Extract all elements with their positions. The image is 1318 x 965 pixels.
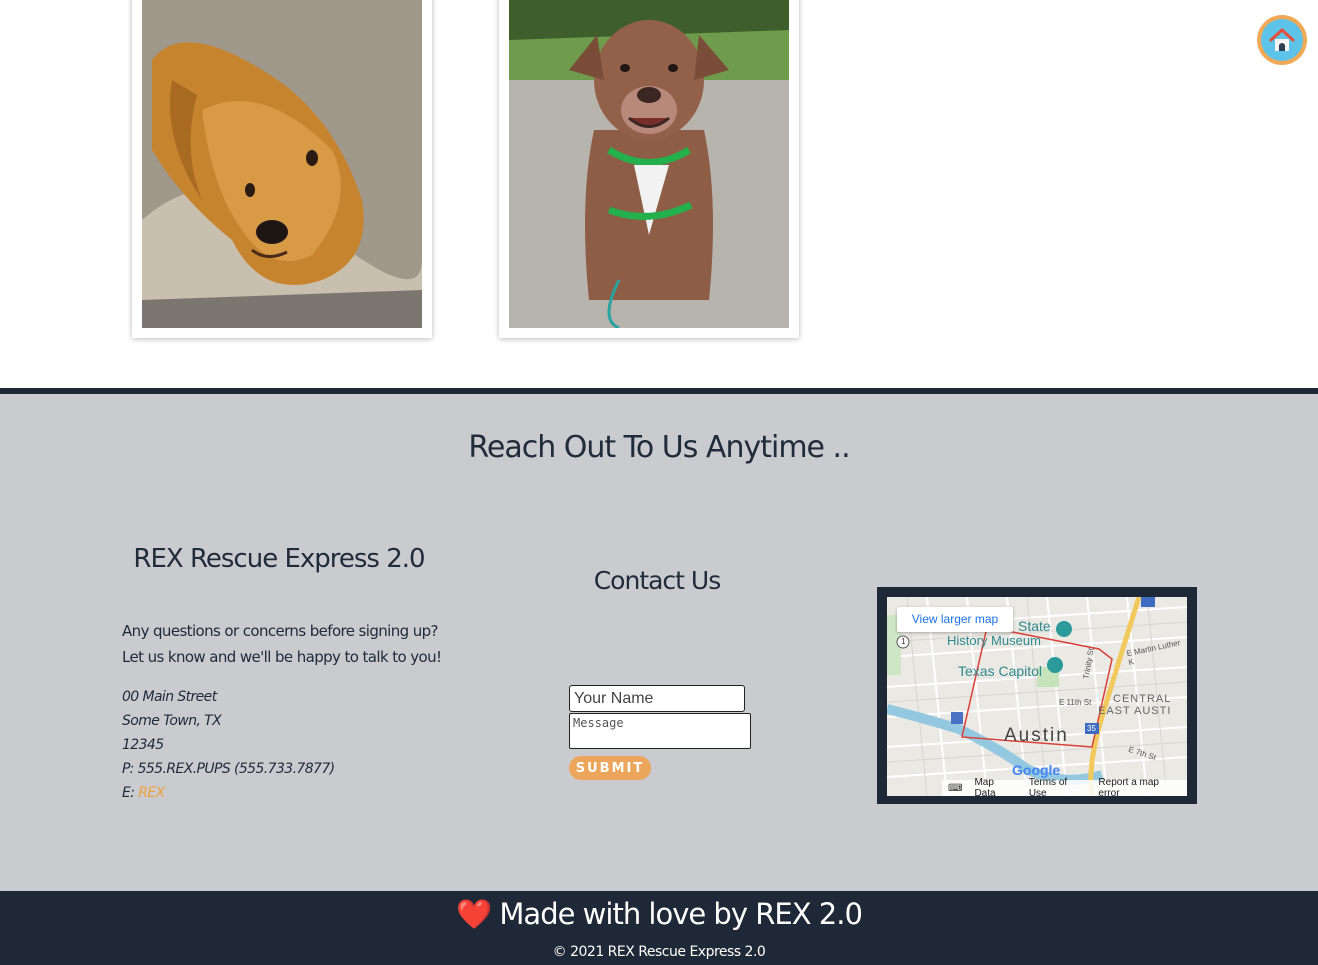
address-zip: 12345	[122, 737, 164, 753]
map-label: 35	[1087, 724, 1096, 733]
google-map[interactable]: View larger map State History Museum Tex…	[887, 597, 1187, 796]
copyright: © 2021 REX Rescue Express 2.0	[552, 944, 766, 960]
blurb-line: Any questions or concerns before signing…	[122, 622, 439, 640]
map-label: 1	[901, 637, 906, 646]
address-city: Some Town, TX	[122, 713, 222, 729]
blurb-line: Let us know and we'll be happy to talk t…	[122, 648, 442, 666]
map-label: State	[1018, 618, 1051, 634]
keyboard-icon[interactable]: ⌨	[942, 783, 968, 794]
address-street: 00 Main Street	[122, 689, 217, 705]
message-input[interactable]	[569, 713, 751, 749]
terms-link[interactable]: Terms of Use	[1023, 777, 1093, 796]
map-label: E 11th St	[1059, 698, 1092, 707]
view-larger-map-link[interactable]: View larger map	[897, 607, 1013, 632]
dog-photo-pitbull	[509, 0, 789, 328]
section-heading: Reach Out To Us Anytime ..	[468, 430, 850, 465]
contact-section: Reach Out To Us Anytime .. REX Rescue Ex…	[0, 394, 1318, 891]
home-button[interactable]	[1257, 15, 1307, 65]
contact-form-title: Contact Us	[593, 566, 722, 595]
map-data-link[interactable]: Map Data	[968, 777, 1022, 796]
google-logo: Google	[1012, 762, 1061, 778]
report-error-link[interactable]: Report a map error	[1092, 777, 1187, 796]
page-footer: ❤️ Made with love by REX 2.0 © 2021 REX …	[0, 891, 1318, 965]
contact-blurb: Any questions or concerns before signing…	[122, 618, 452, 670]
submit-button[interactable]: SUBMIT	[569, 756, 651, 780]
address-phone: P: 555.REX.PUPS (555.733.7877)	[122, 761, 335, 777]
home-icon	[1261, 19, 1303, 61]
dog-card	[499, 0, 799, 338]
map-label: EAST AUSTI	[1098, 705, 1172, 717]
map-label: History Museum	[947, 633, 1041, 648]
email-prefix: E:	[122, 785, 139, 801]
map-label: CENTRAL	[1113, 693, 1172, 705]
map-label: Texas Capitol	[958, 663, 1043, 679]
map-label: Austin	[1004, 725, 1069, 746]
gallery-section	[0, 0, 1318, 388]
email-link[interactable]: REX	[138, 785, 165, 801]
dog-card	[132, 0, 432, 338]
address-email: E: REX	[122, 781, 335, 805]
map-attribution-bar: ⌨ Map Data Terms of Use Report a map err…	[942, 777, 1187, 796]
heart-icon: ❤️	[456, 897, 492, 931]
made-with-love: ❤️ Made with love by REX 2.0	[0, 897, 1318, 932]
map-frame: View larger map State History Museum Tex…	[877, 587, 1197, 804]
name-input[interactable]	[569, 685, 745, 712]
dog-photo-golden	[142, 0, 422, 328]
address-block: 00 Main Street Some Town, TX 12345 P: 55…	[122, 685, 335, 805]
brand-name: REX Rescue Express 2.0	[133, 544, 425, 574]
made-with-text: Made with love by REX 2.0	[499, 897, 862, 931]
